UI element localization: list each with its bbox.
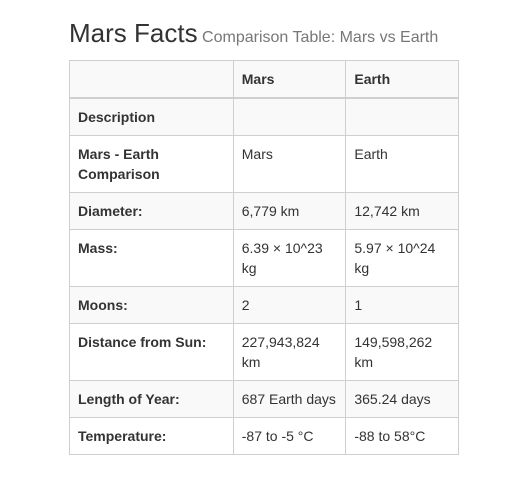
earth-cell: Earth — [345, 135, 459, 193]
table-row: Diameter: 6,779 km 12,742 km — [69, 192, 459, 230]
row-label: Diameter: — [69, 192, 234, 230]
earth-cell — [345, 97, 459, 136]
earth-cell: 1 — [345, 286, 459, 324]
earth-cell: 5.97 × 10^24 kg — [345, 229, 459, 287]
earth-cell: -88 to 58°C — [345, 417, 459, 455]
table-row: Mass: 6.39 × 10^23 kg 5.97 × 10^24 kg — [69, 229, 459, 287]
column-header-blank — [69, 60, 234, 99]
mars-cell — [232, 97, 347, 136]
table-body: Description Mars - Earth Comparison Mars… — [69, 97, 459, 455]
earth-cell: 149,598,262 km — [345, 323, 459, 381]
column-header-mars: Mars — [232, 60, 347, 99]
row-label: Mars - Earth Comparison — [69, 135, 234, 193]
table-row: Distance from Sun: 227,943,824 km 149,59… — [69, 323, 459, 381]
mars-cell: Mars — [232, 135, 347, 193]
mars-earth-comparison-table: Mars Earth Description Mars - Earth Comp… — [69, 60, 459, 455]
row-label: Moons: — [69, 286, 234, 324]
row-label: Length of Year: — [69, 380, 234, 418]
row-label: Description — [69, 97, 234, 136]
table-row: Temperature: -87 to -5 °C -88 to 58°C — [69, 417, 459, 455]
mars-cell: 227,943,824 km — [232, 323, 347, 381]
row-label: Temperature: — [69, 417, 234, 455]
row-label: Distance from Sun: — [69, 323, 234, 381]
page-subtitle: Comparison Table: Mars vs Earth — [202, 29, 439, 46]
table-header: Mars Earth — [69, 60, 459, 99]
mars-cell: 6,779 km — [232, 192, 347, 230]
earth-cell: 12,742 km — [345, 192, 459, 230]
page-header: Mars Facts Comparison Table: Mars vs Ear… — [69, 18, 438, 49]
header-row: Mars Earth — [69, 60, 459, 99]
column-header-earth: Earth — [345, 60, 459, 99]
table-row: Moons: 2 1 — [69, 286, 459, 324]
earth-cell: 365.24 days — [345, 380, 459, 418]
mars-cell: 6.39 × 10^23 kg — [232, 229, 347, 287]
page-title: Mars Facts — [69, 18, 198, 48]
row-label: Mass: — [69, 229, 234, 287]
mars-cell: -87 to -5 °C — [232, 417, 347, 455]
mars-cell: 687 Earth days — [232, 380, 347, 418]
table-row: Length of Year: 687 Earth days 365.24 da… — [69, 380, 459, 418]
table-row: Mars - Earth Comparison Mars Earth — [69, 135, 459, 193]
mars-cell: 2 — [232, 286, 347, 324]
table-row: Description — [69, 97, 459, 136]
